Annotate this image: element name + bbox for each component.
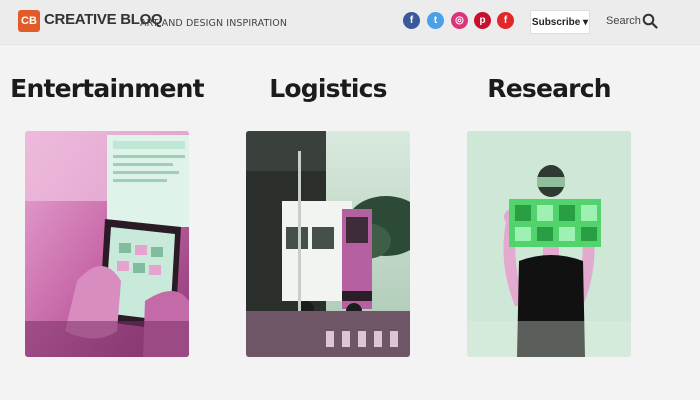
logo-badge[interactable]: CB [18,10,40,32]
search-label[interactable]: Search [606,15,641,27]
site-header: CB CREATIVE BLOQ ART AND DESIGN INSPIRAT… [0,0,700,45]
card-title-research[interactable]: Research [449,74,649,103]
search-icon[interactable] [642,13,658,29]
facebook-icon[interactable]: f [403,12,420,29]
truck-image [246,131,410,357]
tagline: ART AND DESIGN INSPIRATION [140,18,288,29]
pinterest-icon[interactable]: p [474,12,491,29]
subscribe-button[interactable]: Subscribe ▾ [530,10,590,34]
card-image-logistics[interactable] [246,131,410,357]
twitter-icon[interactable]: t [427,12,444,29]
flipboard-icon[interactable]: f [497,12,514,29]
person-holding-glass-image [467,131,631,357]
instagram-icon[interactable]: ◎ [451,12,468,29]
card-title-logistics[interactable]: Logistics [228,74,428,103]
card-title-entertainment[interactable]: Entertainment [7,74,207,103]
card-image-research[interactable] [467,131,631,357]
tablet-hands-image [25,131,189,357]
card-image-entertainment[interactable] [25,131,189,357]
